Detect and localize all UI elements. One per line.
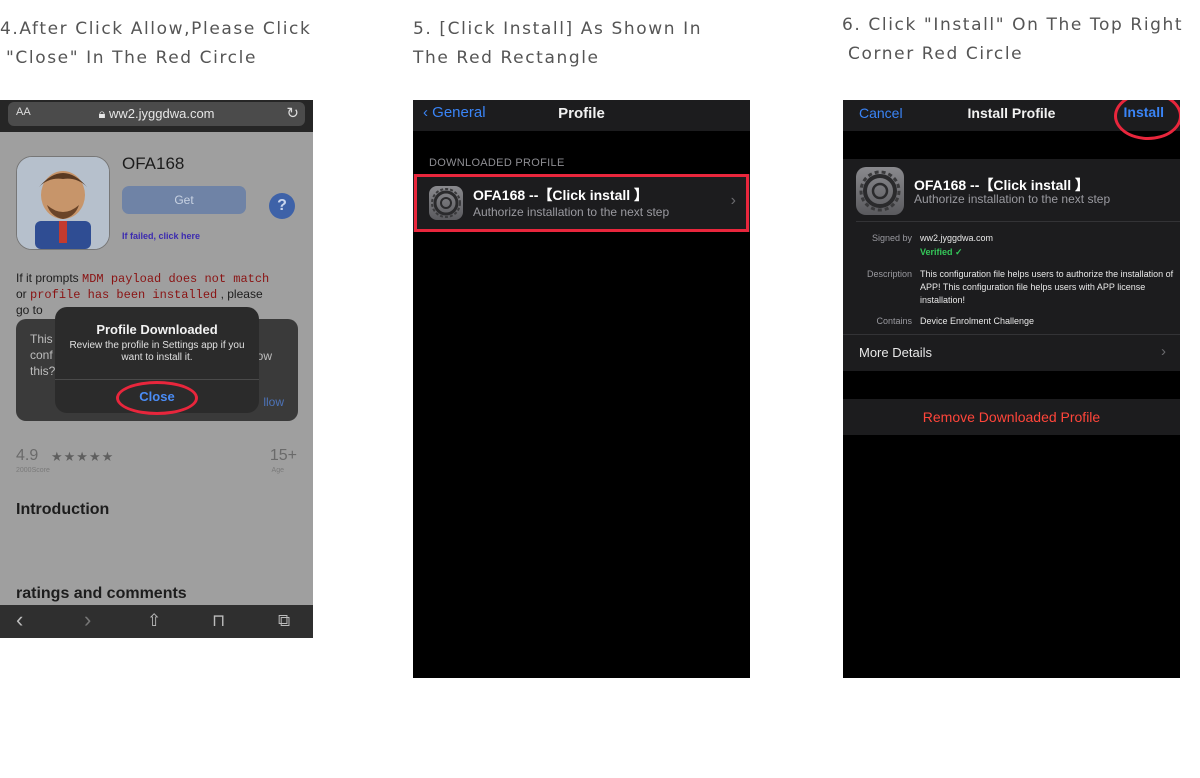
remove-profile-button[interactable]: Remove Downloaded Profile xyxy=(843,399,1180,435)
step5-caption-line1: 5. [Click Install] As Shown In xyxy=(413,19,703,39)
chevron-right-icon: › xyxy=(1161,343,1166,360)
signed-by-label: Signed by xyxy=(871,233,912,243)
more-details-label: More Details xyxy=(859,345,932,360)
forward-icon[interactable]: › xyxy=(84,607,91,633)
signed-by-value: ww2.jyggdwa.com xyxy=(920,233,994,243)
description-value: This configuration file helps users to a… xyxy=(920,269,1174,305)
step4-caption-line1: 4.After Click Allow,Please Click xyxy=(0,19,312,39)
rating-value: 4.9 xyxy=(16,447,39,464)
profile-subtitle: Authorize installation to the next step xyxy=(914,192,1111,206)
verified-badge: Verified ✓ xyxy=(920,247,963,257)
background-allow-button[interactable]: llow xyxy=(263,395,284,409)
red-circle-highlight xyxy=(116,381,198,415)
age-rating: 15+ xyxy=(269,447,297,464)
step5-caption: 5. [Click Install] As Shown In The Red R… xyxy=(413,15,743,73)
red-circle-highlight xyxy=(1114,100,1180,140)
more-details-row[interactable]: More Details › xyxy=(843,335,1180,371)
alert-message: Review the profile in Settings app if yo… xyxy=(69,340,245,363)
url-text: 🔒︎ ww2.jyggdwa.com xyxy=(8,106,305,122)
score-count: 2000Score xyxy=(16,467,50,474)
prompt-code: MDM payload does not match xyxy=(82,272,270,286)
back-icon[interactable]: ‹ xyxy=(16,607,23,633)
prompt-text: or xyxy=(16,287,27,301)
divider xyxy=(856,221,1180,222)
prompt-text: go to xyxy=(16,303,43,317)
settings-gear-icon xyxy=(856,167,904,215)
install-profile-screenshot: Cancel Install Profile Install OFA168 --… xyxy=(843,100,1180,678)
step5-caption-line2: The Red Rectangle xyxy=(413,48,600,68)
bookmarks-icon[interactable]: ⊓ xyxy=(212,611,225,631)
reload-icon[interactable]: ↻ xyxy=(286,104,299,122)
alert-title: Profile Downloaded xyxy=(96,322,218,337)
page-title: Profile xyxy=(558,105,605,122)
navigation-bar: ‹ General Profile xyxy=(413,100,750,131)
share-icon[interactable]: ⇧ xyxy=(147,611,161,631)
contains-label: Contains xyxy=(876,316,912,326)
url-field[interactable]: AA 🔒︎ ww2.jyggdwa.com ↻ xyxy=(8,102,305,126)
lock-icon: 🔒︎ xyxy=(98,106,110,121)
ratings-heading: ratings and comments xyxy=(16,585,187,602)
help-icon[interactable]: ? xyxy=(269,193,295,219)
age-label: Age xyxy=(271,467,284,474)
contains-value: Device Enrolment Challenge xyxy=(920,316,1035,326)
prompt-text: , please xyxy=(220,287,263,301)
app-icon xyxy=(16,156,110,250)
safari-toolbar: ‹ › ⇧ ⊓ ⧉ xyxy=(0,605,313,638)
prompt-code: profile has been installed xyxy=(30,288,218,302)
step6-caption: 6. Click "Install" On The Top Right Corn… xyxy=(842,11,1192,69)
settings-profile-screenshot: ‹ General Profile DOWNLOADED PROFILE OFA… xyxy=(413,100,750,678)
star-rating: ★★★★★ xyxy=(51,449,115,464)
step4-caption: 4.After Click Allow,Please Click "Close"… xyxy=(0,15,320,73)
background-dialog-text: This conf this? xyxy=(30,332,56,378)
description-label: Description xyxy=(866,269,912,279)
prompt-text: If it prompts xyxy=(16,271,79,285)
safari-screenshot: AA 🔒︎ ww2.jyggdwa.com ↻ OFA168 Get ? If … xyxy=(0,100,313,638)
introduction-heading: Introduction xyxy=(16,501,110,518)
section-header: DOWNLOADED PROFILE xyxy=(429,157,565,169)
tabs-icon[interactable]: ⧉ xyxy=(278,611,290,631)
failed-link[interactable]: If failed, click here xyxy=(122,231,200,241)
red-rectangle-highlight xyxy=(414,174,749,232)
app-name: OFA168 xyxy=(122,154,185,173)
alert-divider xyxy=(55,379,259,380)
get-button[interactable]: Get xyxy=(122,186,246,214)
step6-caption-line1: 6. Click "Install" On The Top Right xyxy=(842,15,1184,35)
url-label: ww2.jyggdwa.com xyxy=(109,106,215,121)
safari-address-bar: AA 🔒︎ ww2.jyggdwa.com ↻ xyxy=(0,100,313,132)
step6-caption-line2: Corner Red Circle xyxy=(848,44,1024,64)
step4-caption-line2: "Close" In The Red Circle xyxy=(6,48,258,68)
